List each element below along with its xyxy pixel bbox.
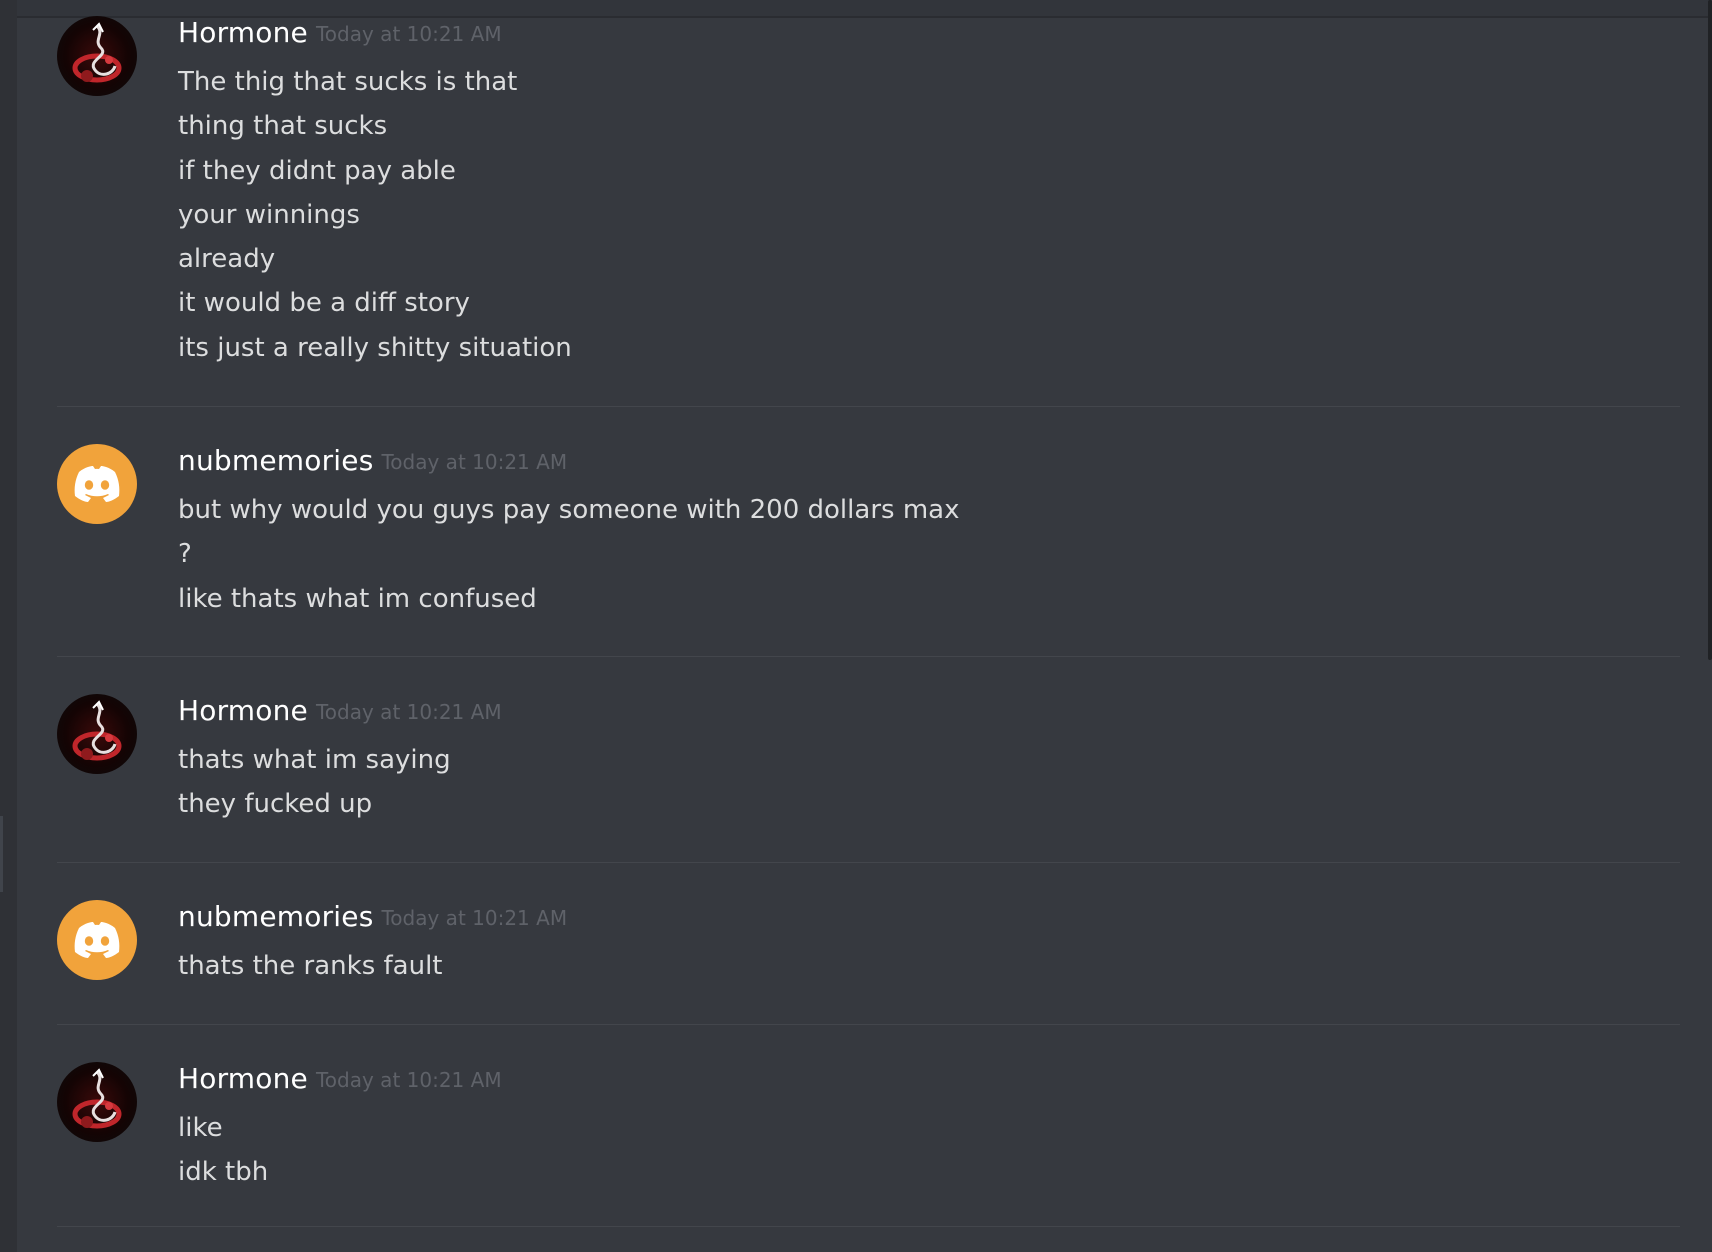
message-text: The thig that sucks is that [178, 67, 518, 97]
message-text: already [178, 244, 276, 275]
left-panel-edge [0, 0, 17, 1252]
dragon-icon [72, 1068, 122, 1129]
avatar[interactable] [57, 694, 137, 774]
timestamp[interactable]: Today at 10:21 AM [381, 450, 567, 474]
timestamp[interactable]: Today at 10:21 AM [316, 1068, 502, 1092]
dragon-icon [72, 22, 122, 83]
message-lines: thats the ranks fault [178, 944, 443, 988]
discord-logo-icon [74, 922, 120, 958]
message-lines: like idk tbh [178, 1106, 268, 1195]
message-header: nubmemories Today at 10:21 AM [178, 444, 567, 477]
message-header: nubmemories Today at 10:21 AM [178, 900, 567, 933]
message-list: Hormone Today at 10:21 AM The thig that s… [17, 0, 1712, 1252]
avatar[interactable] [57, 1062, 137, 1142]
message-text: idk tbh [178, 1157, 269, 1188]
message-divider [57, 862, 1680, 863]
message-text: like [178, 1113, 223, 1143]
message-lines: The thig that sucks is that thing that s… [178, 60, 572, 370]
panel-resize-handle[interactable] [0, 816, 3, 892]
message-header: Hormone Today at 10:21 AM [178, 16, 502, 49]
scrollbar-thumb[interactable] [1708, 0, 1712, 660]
dragon-icon [72, 700, 122, 761]
message-text: it would be a diff story [178, 288, 470, 319]
username[interactable]: Hormone [178, 16, 308, 49]
avatar[interactable] [57, 900, 137, 980]
message-divider [57, 406, 1680, 407]
message-text: its just a really shitty situation [178, 332, 572, 363]
message-divider [57, 656, 1680, 657]
message-header: Hormone Today at 10:21 AM [178, 1062, 502, 1095]
avatar[interactable] [57, 16, 137, 96]
message-text: but why would you guys pay someone with … [178, 495, 960, 525]
message-text: ? [178, 539, 192, 570]
message-text: your winnings [178, 199, 360, 230]
message-text: if they didnt pay able [178, 155, 456, 186]
message-text: thing that sucks [178, 111, 388, 142]
message-text: thats what im saying [178, 745, 451, 775]
message-header: Hormone Today at 10:21 AM [178, 694, 502, 727]
message-text: like thats what im confused [178, 583, 537, 614]
message-divider [57, 1024, 1680, 1025]
timestamp[interactable]: Today at 10:21 AM [381, 906, 567, 930]
timestamp[interactable]: Today at 10:21 AM [316, 700, 502, 724]
message-divider [57, 1226, 1680, 1227]
username[interactable]: Hormone [178, 1062, 308, 1095]
message-lines: but why would you guys pay someone with … [178, 488, 959, 621]
message-text: thats the ranks fault [178, 951, 443, 981]
message-text: they fucked up [178, 789, 373, 820]
timestamp[interactable]: Today at 10:21 AM [316, 22, 502, 46]
discord-logo-icon [74, 466, 120, 502]
avatar[interactable] [57, 444, 137, 524]
message-lines: thats what im saying they fucked up [178, 738, 451, 827]
username[interactable]: Hormone [178, 694, 308, 727]
username[interactable]: nubmemories [178, 900, 373, 933]
username[interactable]: nubmemories [178, 444, 373, 477]
